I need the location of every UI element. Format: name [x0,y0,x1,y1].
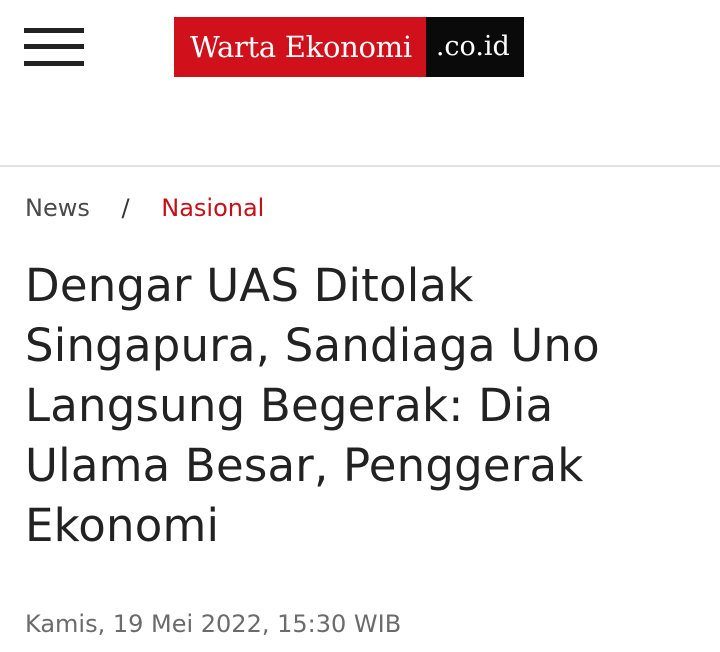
site-logo[interactable]: Warta Ekonomi .co.id [174,17,524,77]
breadcrumb-item-nasional[interactable]: Nasional [161,194,264,222]
article-date: Kamis, 19 Mei 2022, 15:30 WIB [25,610,402,638]
hamburger-bar [24,28,84,33]
hamburger-menu-icon[interactable] [24,28,84,68]
hamburger-bar [24,44,84,49]
logo-name: Warta Ekonomi [174,17,426,77]
hamburger-bar [24,61,84,66]
breadcrumb: News / Nasional [25,190,264,226]
site-header: Warta Ekonomi .co.id [0,0,720,167]
logo-tld: .co.id [425,17,524,77]
breadcrumb-item-news[interactable]: News [25,194,90,222]
article-title: Dengar UAS Ditolak Singapura, Sandiaga U… [25,259,600,552]
breadcrumb-separator: / [121,194,130,222]
